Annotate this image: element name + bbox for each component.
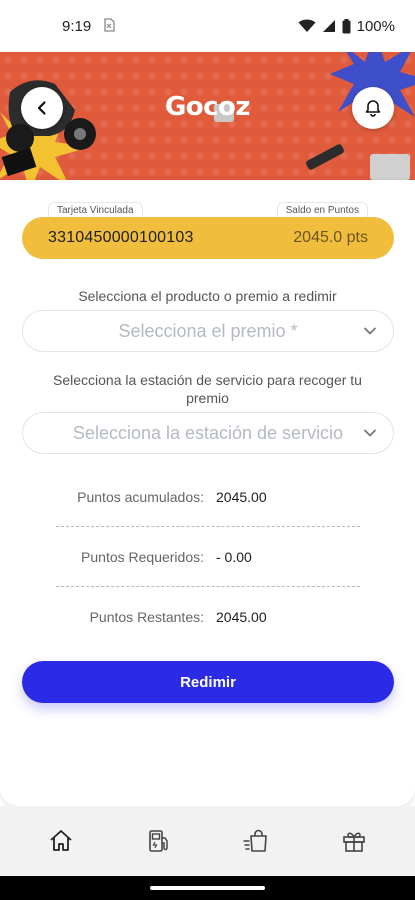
product-label: Selecciona el producto o premio a redimi… [78,288,337,304]
promo-banner: Gocoz [0,52,415,180]
home-icon [50,830,72,851]
required-points-label: Puntos Requeridos: [81,549,204,565]
divider [56,586,360,587]
notifications-button[interactable] [352,87,394,129]
wifi-icon [298,19,316,33]
fuel-station-icon [148,830,168,852]
sim-icon [103,17,115,35]
status-icons: 100% [298,18,395,35]
bottom-nav [0,806,415,876]
tools-decoration [306,144,410,180]
prize-select-placeholder: Selecciona el premio * [118,320,298,341]
back-button[interactable] [21,87,63,129]
gift-icon [343,832,365,852]
nav-rewards[interactable] [329,816,379,866]
bell-icon [365,100,381,117]
remaining-points-label: Puntos Restantes: [89,609,204,625]
divider [56,526,360,527]
station-select[interactable]: Selecciona la estación de servicio [22,412,394,454]
chevron-down-icon [364,429,376,437]
status-time: 9:19 [62,17,92,35]
accumulated-points-row: Puntos acumulados: 2045.00 [56,486,360,508]
battery-percent: 100% [356,17,395,35]
station-select-placeholder: Selecciona la estación de servicio [72,422,344,443]
prize-select[interactable]: Selecciona el premio * [22,310,394,352]
remaining-points-row: Puntos Restantes: 2045.00 [56,606,360,628]
back-arrow-icon [37,101,46,115]
linked-card: 3310450000100103 2045.0 pts [22,217,394,259]
shopping-bag-icon [243,829,268,852]
card-number: 3310450000100103 [48,229,194,246]
redeem-button[interactable]: Redimir [22,661,394,703]
nav-stations[interactable] [134,816,184,866]
system-gesture-bar [0,876,415,900]
accumulated-points-value: 2045.00 [216,489,267,505]
home-gesture-handle[interactable] [150,886,265,890]
accumulated-points-label: Puntos acumulados: [77,489,204,505]
station-label: Selecciona la estación de servicio para … [53,372,362,406]
status-bar: 9:19 100% [0,0,415,52]
remaining-points-value: 2045.00 [216,609,267,625]
chevron-down-icon [364,327,376,335]
card-points: 2045.0 pts [293,229,368,246]
signal-icon [322,19,336,33]
nav-home[interactable] [36,816,86,866]
required-points-value: - 0.00 [216,549,252,565]
nav-shop[interactable] [231,816,281,866]
battery-icon [342,18,351,34]
required-points-row: Puntos Requeridos: - 0.00 [56,546,360,568]
